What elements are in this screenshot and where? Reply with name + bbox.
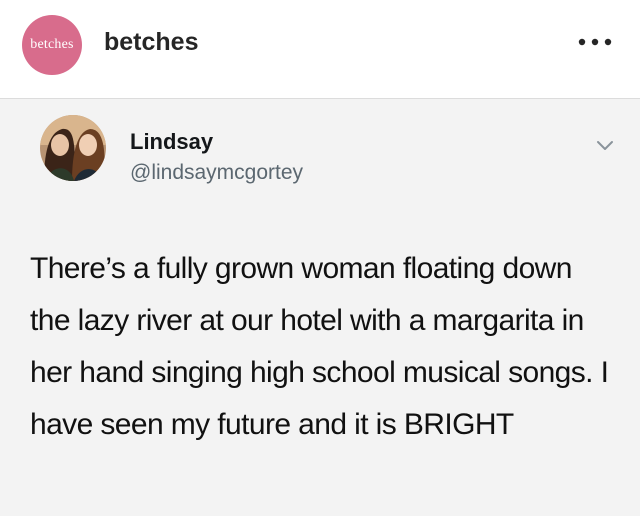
more-horizontal-icon [578,38,612,46]
tweet-author-avatar[interactable] [40,115,106,181]
tweet-author-name[interactable]: Lindsay [130,129,213,155]
tweet-text: There’s a fully grown woman floating dow… [30,252,609,441]
chevron-down-icon [597,141,613,150]
more-options-button[interactable] [578,38,612,46]
profile-photo [40,115,106,181]
account-username[interactable]: betches [104,28,198,57]
account-avatar[interactable]: betches [22,15,82,75]
instagram-post-header: betches betches [0,0,640,99]
tweet-menu-button[interactable] [596,139,614,151]
account-avatar-text: betches [30,37,74,52]
tweet-screenshot: Lindsay @lindsaymcgortey There’s a fully… [0,99,640,516]
tweet-author-handle[interactable]: @lindsaymcgortey [130,161,303,185]
